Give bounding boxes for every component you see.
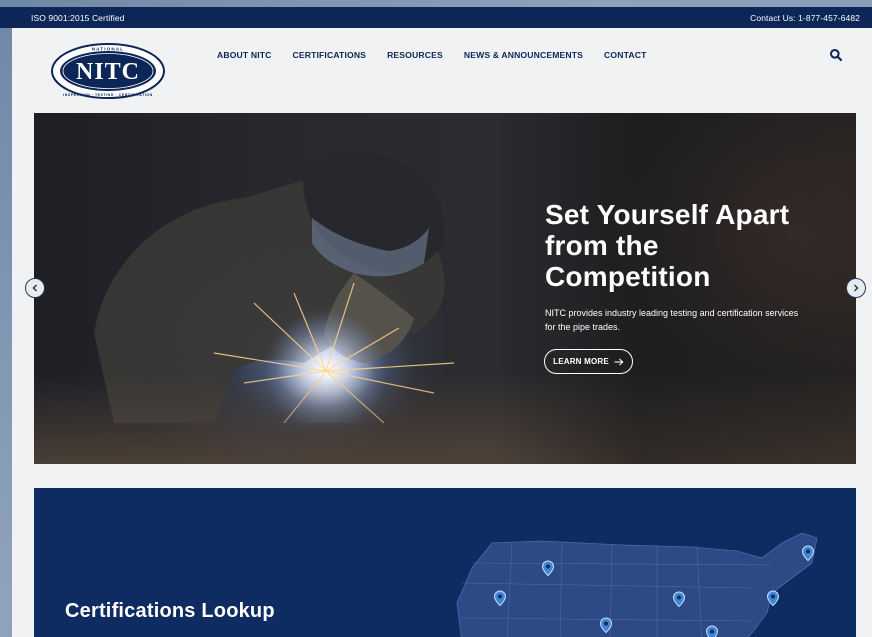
slider-prev-button[interactable] xyxy=(25,278,45,298)
nav-item-contact[interactable]: CONTACT xyxy=(604,50,646,60)
page-content: NATIONAL NITC INSPECTION · TESTING · CER… xyxy=(12,28,872,637)
top-bar: ISO 9001:2015 Certified Contact Us: 1-87… xyxy=(0,7,872,28)
chevron-right-icon xyxy=(853,284,859,292)
contact-phone-link[interactable]: Contact Us: 1-877-457-6482 xyxy=(750,13,860,23)
search-icon[interactable] xyxy=(829,48,843,62)
nitc-logo[interactable]: NATIONAL NITC INSPECTION · TESTING · CER… xyxy=(50,42,166,100)
lookup-title: Certifications Lookup xyxy=(65,600,275,622)
hero-title: Set Yourself Apart from the Competition xyxy=(545,199,790,292)
arrow-right-icon xyxy=(614,358,624,365)
us-map[interactable] xyxy=(452,533,832,637)
certifications-lookup-section: Certifications Lookup xyxy=(34,488,856,637)
location-pin-icon[interactable] xyxy=(705,625,719,637)
nav-item-resources[interactable]: RESOURCES xyxy=(387,50,443,60)
main-nav: ABOUT NITC CERTIFICATIONS RESOURCES NEWS… xyxy=(217,50,646,60)
chevron-left-icon xyxy=(32,284,38,292)
learn-more-button[interactable]: LEARN MORE xyxy=(544,349,633,374)
iso-certification-text: ISO 9001:2015 Certified xyxy=(31,12,125,23)
logo-top-text: NATIONAL xyxy=(92,47,125,52)
site-header: NATIONAL NITC INSPECTION · TESTING · CER… xyxy=(12,28,872,112)
learn-more-label: LEARN MORE xyxy=(553,357,609,366)
hero-description: NITC provides industry leading testing a… xyxy=(545,308,799,332)
logo-main-text: NITC xyxy=(76,59,140,85)
logo-ring-text: INSPECTION · TESTING · CERTIFICATION xyxy=(63,93,152,97)
slider-next-button[interactable] xyxy=(846,278,866,298)
nav-item-news[interactable]: NEWS & ANNOUNCEMENTS xyxy=(464,50,583,60)
nav-item-certifications[interactable]: CERTIFICATIONS xyxy=(293,50,367,60)
nav-item-about[interactable]: ABOUT NITC xyxy=(217,50,272,60)
hero-slider: Set Yourself Apart from the Competition … xyxy=(34,113,856,464)
